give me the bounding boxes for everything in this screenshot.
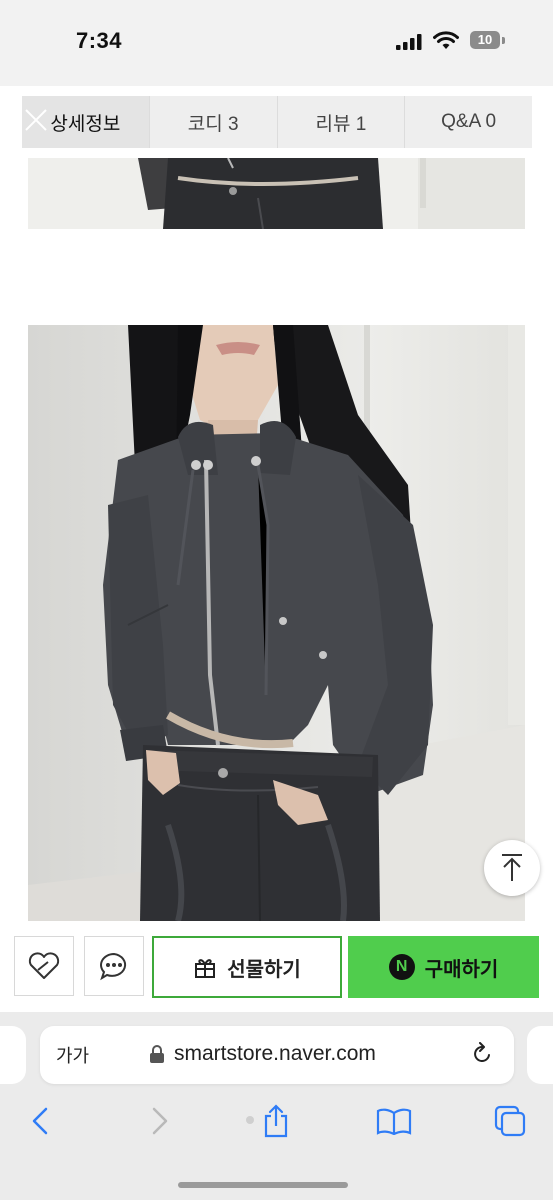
cellular-signal-icon <box>396 34 422 50</box>
bookmarks-icon[interactable] <box>376 1103 412 1139</box>
buy-button[interactable]: N 구매하기 <box>348 936 539 998</box>
arrow-up-icon <box>502 854 522 881</box>
naver-pay-icon: N <box>388 954 415 980</box>
url-text[interactable]: smartstore.naver.com <box>174 1042 376 1066</box>
close-icon[interactable] <box>24 108 48 132</box>
tab-reviews[interactable]: 리뷰 1 <box>276 96 405 148</box>
back-icon[interactable] <box>22 1103 58 1139</box>
talk-talk-button[interactable] <box>84 936 144 996</box>
share-icon[interactable] <box>258 1103 294 1139</box>
home-indicator <box>178 1182 348 1188</box>
chat-bubble-icon <box>100 952 127 981</box>
wishlist-button[interactable] <box>14 936 74 996</box>
buy-button-label: 구매하기 <box>424 958 499 981</box>
gift-button-label: 선물하기 <box>227 958 301 981</box>
battery-icon: 10 <box>470 31 506 51</box>
tab-coordination[interactable]: 코디 3 <box>148 96 277 148</box>
gift-icon <box>195 959 216 978</box>
scroll-to-top-button[interactable] <box>484 840 540 896</box>
gift-button[interactable]: 선물하기 <box>152 936 342 998</box>
wifi-icon <box>433 31 459 49</box>
status-bar: 7:34 10 <box>0 0 553 86</box>
product-photo-top <box>28 158 525 229</box>
product-tab-bar: 상세정보 코디 3 리뷰 1 Q&A 0 <box>22 96 532 148</box>
forward-icon[interactable] <box>142 1103 178 1139</box>
tabs-icon[interactable] <box>492 1103 528 1139</box>
product-photo-main <box>28 325 525 921</box>
text-size-button[interactable]: 가가 <box>56 1042 89 1068</box>
heart-icon <box>28 952 60 979</box>
battery-level: 10 <box>470 31 500 49</box>
page-indicator-dot <box>246 1116 254 1124</box>
lock-icon <box>150 1045 164 1063</box>
next-tab-peek[interactable] <box>527 1026 553 1084</box>
previous-tab-peek[interactable] <box>0 1026 26 1084</box>
tab-qna[interactable]: Q&A 0 <box>404 96 532 148</box>
reload-icon[interactable] <box>470 1042 494 1066</box>
status-time: 7:34 <box>76 28 123 53</box>
